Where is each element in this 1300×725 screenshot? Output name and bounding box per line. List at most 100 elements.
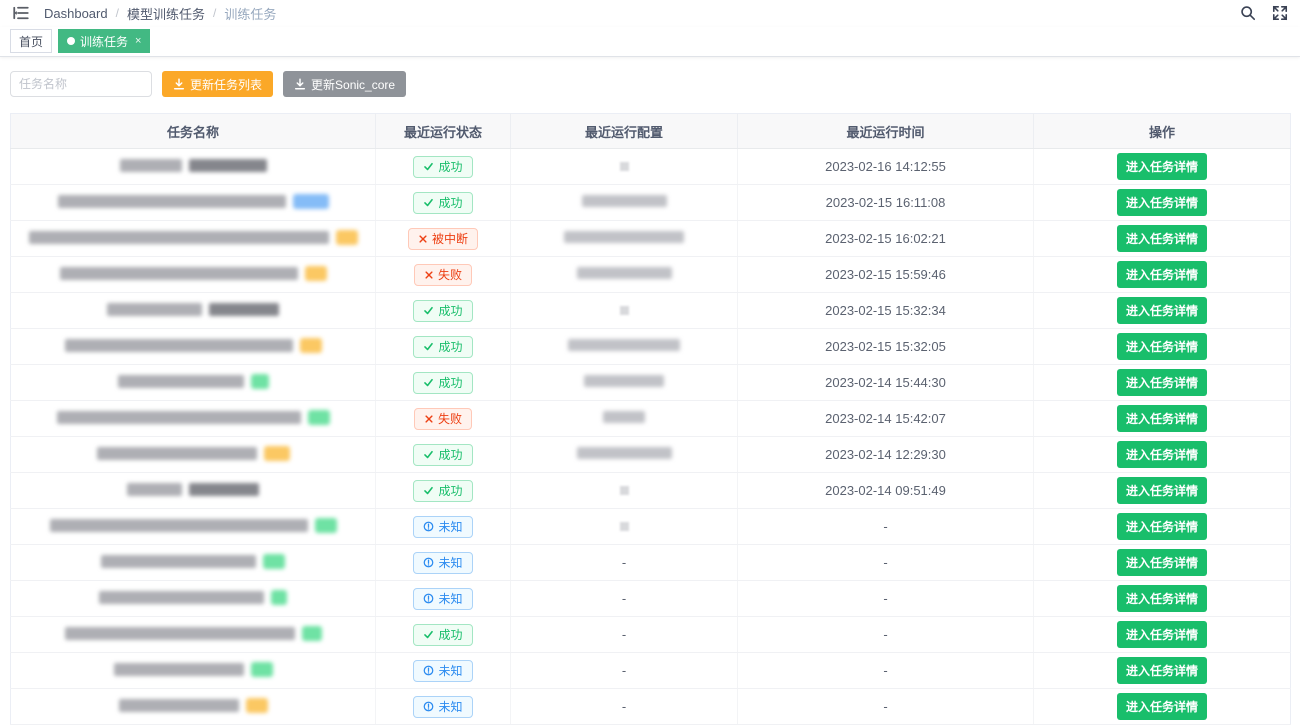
status-badge-success: 成功: [413, 372, 472, 394]
redacted-task-name: [58, 195, 286, 208]
config-cell: -: [511, 545, 738, 581]
task-tag-blue: [293, 194, 329, 209]
status-badge-success: 成功: [413, 336, 472, 358]
breadcrumb-dashboard[interactable]: Dashboard: [44, 6, 108, 21]
config-cell: [511, 293, 738, 329]
cross-icon: [424, 270, 434, 280]
status-cell: 未知: [376, 653, 511, 689]
task-tag-green: [302, 626, 322, 641]
redacted-task-name: [189, 159, 267, 172]
tab-training-tasks[interactable]: 训练任务 ×: [58, 29, 150, 53]
enter-task-details-button[interactable]: 进入任务详情: [1117, 333, 1207, 360]
task-tag-green: [263, 554, 285, 569]
tab-close-icon[interactable]: ×: [135, 36, 141, 47]
enter-task-details-button[interactable]: 进入任务详情: [1117, 621, 1207, 648]
task-name-cell: [11, 653, 376, 689]
breadcrumb-model-training[interactable]: 模型训练任务: [127, 4, 205, 23]
col-last-run-time: 最近运行时间: [738, 114, 1034, 149]
task-name-cell: [11, 185, 376, 221]
search-icon[interactable]: [1240, 5, 1256, 21]
update-task-list-button[interactable]: 更新任务列表: [162, 71, 273, 97]
status-badge-success: 成功: [413, 300, 472, 322]
redacted-task-name: [189, 483, 259, 496]
enter-task-details-button[interactable]: 进入任务详情: [1117, 297, 1207, 324]
action-cell: 进入任务详情: [1034, 653, 1291, 689]
enter-task-details-button[interactable]: 进入任务详情: [1117, 477, 1207, 504]
action-cell: 进入任务详情: [1034, 221, 1291, 257]
last-run-time-cell: -: [738, 545, 1034, 581]
status-cell: 成功: [376, 437, 511, 473]
task-tag-yellow: [300, 338, 322, 353]
col-last-run-status: 最近运行状态: [376, 114, 511, 149]
status-badge-failed: 失败: [414, 408, 472, 430]
status-label: 未知: [438, 556, 462, 570]
enter-task-details-button[interactable]: 进入任务详情: [1117, 225, 1207, 252]
last-run-time-cell: -: [738, 581, 1034, 617]
table-row: 未知--进入任务详情: [11, 653, 1291, 689]
last-run-time-cell: 2023-02-15 15:59:46: [738, 257, 1034, 293]
enter-task-details-button[interactable]: 进入任务详情: [1117, 513, 1207, 540]
status-cell: 失败: [376, 257, 511, 293]
col-last-run-config: 最近运行配置: [511, 114, 738, 149]
status-label: 成功: [438, 304, 462, 318]
update-sonic-core-button[interactable]: 更新Sonic_core: [283, 71, 406, 97]
tab-home[interactable]: 首页: [10, 29, 52, 53]
task-name-cell: [11, 221, 376, 257]
redacted-task-name: [65, 339, 293, 352]
status-badge-unknown: 未知: [413, 552, 472, 574]
sidebar-toggle-icon[interactable]: [12, 5, 30, 21]
redacted-config-dot: [620, 486, 629, 495]
action-cell: 进入任务详情: [1034, 329, 1291, 365]
info-icon: [423, 593, 434, 604]
config-cell: [511, 509, 738, 545]
enter-task-details-button[interactable]: 进入任务详情: [1117, 693, 1207, 720]
config-cell: -: [511, 581, 738, 617]
enter-task-details-button[interactable]: 进入任务详情: [1117, 549, 1207, 576]
enter-task-details-button[interactable]: 进入任务详情: [1117, 657, 1207, 684]
table-row: 成功2023-02-15 15:32:05进入任务详情: [11, 329, 1291, 365]
breadcrumb-training-tasks: 训练任务: [224, 4, 276, 23]
fullscreen-icon[interactable]: [1272, 5, 1288, 21]
enter-task-details-button[interactable]: 进入任务详情: [1117, 585, 1207, 612]
redacted-config: [577, 267, 672, 279]
tags-view-bar: 首页 训练任务 ×: [0, 27, 1300, 57]
status-label: 成功: [438, 376, 462, 390]
redacted-task-name: [101, 555, 256, 568]
status-badge-success: 成功: [413, 624, 472, 646]
last-run-time-cell: -: [738, 689, 1034, 725]
enter-task-details-button[interactable]: 进入任务详情: [1117, 153, 1207, 180]
action-cell: 进入任务详情: [1034, 581, 1291, 617]
config-cell: -: [511, 689, 738, 725]
enter-task-details-button[interactable]: 进入任务详情: [1117, 405, 1207, 432]
config-cell: [511, 365, 738, 401]
redacted-config: [584, 375, 664, 387]
breadcrumb-separator: /: [213, 6, 216, 20]
status-badge-success: 成功: [413, 480, 472, 502]
breadcrumb: Dashboard / 模型训练任务 / 训练任务: [44, 4, 276, 23]
redacted-task-name: [99, 591, 264, 604]
task-name-search-input[interactable]: [10, 71, 152, 97]
redacted-task-name: [97, 447, 257, 460]
redacted-task-name: [114, 663, 244, 676]
enter-task-details-button[interactable]: 进入任务详情: [1117, 189, 1207, 216]
enter-task-details-button[interactable]: 进入任务详情: [1117, 441, 1207, 468]
status-badge-success: 成功: [413, 156, 472, 178]
table-row: 被中断2023-02-15 16:02:21进入任务详情: [11, 221, 1291, 257]
status-label: 未知: [438, 700, 462, 714]
download-icon: [294, 78, 306, 90]
config-cell: [511, 185, 738, 221]
table-row: 成功 2023-02-15 15:32:34 进入任务详情: [11, 293, 1291, 329]
enter-task-details-button[interactable]: 进入任务详情: [1117, 369, 1207, 396]
table-row: 成功2023-02-14 09:51:49进入任务详情: [11, 473, 1291, 509]
status-badge-unknown: 未知: [413, 588, 472, 610]
enter-task-details-button[interactable]: 进入任务详情: [1117, 261, 1207, 288]
last-run-time-cell: 2023-02-14 15:44:30: [738, 365, 1034, 401]
last-run-time-cell: 2023-02-15 15:32:34: [738, 293, 1034, 329]
redacted-task-name: [60, 267, 298, 280]
status-badge-unknown: 未知: [413, 660, 472, 682]
status-label: 成功: [438, 448, 462, 462]
status-badge-interrupted: 被中断: [408, 228, 478, 250]
task-tag-yellow: [336, 230, 358, 245]
status-cell: 成功: [376, 365, 511, 401]
task-tag-green: [308, 410, 330, 425]
